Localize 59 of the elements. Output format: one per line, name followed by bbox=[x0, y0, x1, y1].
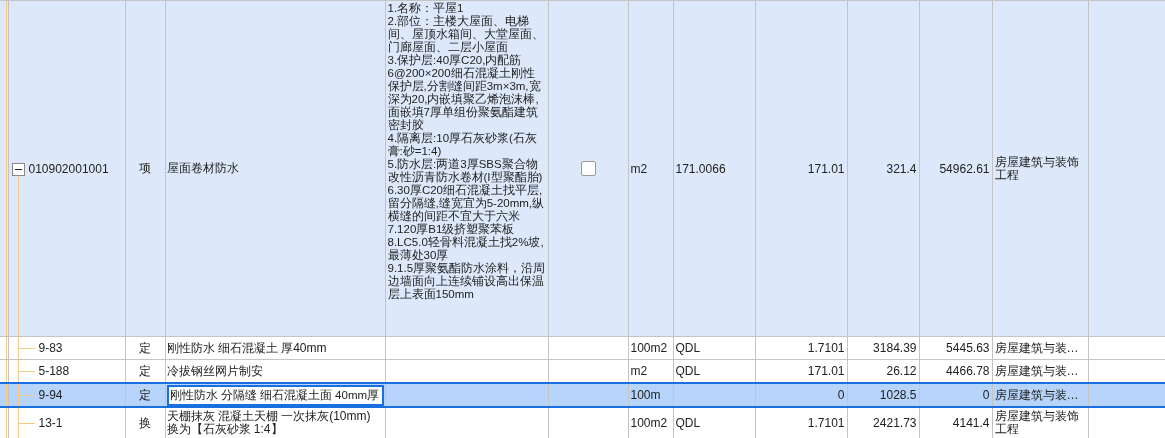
total-text: 0 bbox=[982, 388, 990, 402]
feature-text: 9.1.5厚聚氨酯防水涂料，沿周边墙面向上连续铺设高出保温层上表面150mm bbox=[387, 262, 546, 301]
unit-text: 100m2 bbox=[630, 416, 668, 430]
total-text: 4141.4 bbox=[952, 416, 990, 430]
feature-text: 1.名称：平屋1 bbox=[387, 2, 465, 15]
price-text: 321.4 bbox=[886, 161, 917, 176]
formula-text: QDL bbox=[675, 416, 701, 430]
specialty-text: 房屋建筑与装… bbox=[994, 387, 1079, 402]
total-text: 54962.61 bbox=[939, 161, 990, 176]
type-text: 定 bbox=[139, 387, 151, 402]
feature-text: 6.30厚C20细石混凝土找平层,留分隔缝,缝宽宜为5-20mm,纵横缝的间距不宜大于六米 bbox=[387, 184, 546, 223]
table-row[interactable]: 9-94 定 刚性防水 分隔缝 细石混凝土面 40mm厚 100m 0 1028.5 0 房屋建筑与装… bbox=[0, 383, 1165, 407]
feature-text: 7.120厚B1级挤塑聚苯板 bbox=[387, 223, 516, 236]
feature-text: 3.保护层:40厚C20,内配筋6@200×200细石混凝土刚性保护层,分割缝间距3m×3m,宽深为20,内嵌填聚乙烯泡沫棒,面嵌填7厚单组份聚氨酯建筑密封胶 bbox=[387, 54, 542, 132]
code-text: 010902001001 bbox=[28, 161, 109, 176]
table-row[interactable] bbox=[0, 0, 1165, 337]
price-text: 26.12 bbox=[886, 364, 917, 378]
quantity-text: 0 bbox=[837, 388, 845, 402]
quantity-text: 171.01 bbox=[807, 364, 845, 378]
type-text: 项 bbox=[139, 161, 151, 175]
name-text: 天棚抹灰 混凝土天棚 一次抹灰(10mm) 换为【石灰砂浆 1:4】 bbox=[166, 410, 372, 436]
specialty-text: 房屋建筑与装… bbox=[994, 363, 1079, 378]
formula-text: 171.0066 bbox=[675, 161, 726, 176]
table-row[interactable]: 5-188 定 冷拔钢丝网片制安 m2 QDL 171.01 26.12 4466.78 房屋建筑与装… bbox=[0, 359, 1165, 383]
type-text: 定 bbox=[139, 340, 151, 355]
quantity-text: 1.7101 bbox=[807, 416, 845, 430]
unit-text: m2 bbox=[630, 161, 648, 176]
name-input-field[interactable]: 刚性防水 分隔缝 细石混凝土面 40mm厚 bbox=[166, 385, 384, 405]
unit-text: 100m2 bbox=[630, 341, 668, 355]
checkbox[interactable] bbox=[580, 161, 596, 177]
specialty-text: 房屋建筑与装饰工程 bbox=[994, 409, 1079, 436]
price-text: 3184.39 bbox=[873, 341, 917, 355]
feature-text: 8.LC5.0轻骨料混凝土找2%坡,最薄处30厚 bbox=[387, 236, 545, 262]
formula-text: QDL bbox=[675, 341, 701, 355]
total-text: 5445.63 bbox=[946, 341, 990, 355]
total-text: 4466.78 bbox=[946, 364, 990, 378]
name-text: 冷拔钢丝网片制安 bbox=[166, 363, 263, 378]
quantity-text: 171.01 bbox=[807, 161, 845, 176]
type-text: 换 bbox=[139, 415, 151, 430]
type-text: 定 bbox=[139, 363, 151, 378]
quantity-text: 1.7101 bbox=[807, 341, 845, 355]
name-text: 屋面卷材防水 bbox=[166, 161, 239, 175]
code-text: 9-83 bbox=[38, 341, 63, 355]
formula-text: QDL bbox=[675, 364, 701, 378]
unit-text: m2 bbox=[630, 364, 648, 378]
price-text: 1028.5 bbox=[879, 388, 917, 402]
unit-text: 100m bbox=[630, 388, 661, 402]
name-text: 刚性防水 细石混凝土 厚40mm bbox=[166, 340, 327, 355]
feature-text: 5.防水层:两道3厚SBS聚合物改性沥青防水卷材(I型聚酯胎) bbox=[387, 158, 544, 184]
feature-text: 4.隔离层:10厚石灰砂浆(石灰膏:砂=1:4) bbox=[387, 132, 538, 158]
feature-text: 2.部位：主楼大屋面、电梯间、屋顶水箱间、大堂屋面、门廊屋面、二层小屋面 bbox=[387, 15, 545, 54]
code-text: 5-188 bbox=[38, 364, 70, 378]
table-row[interactable]: 9-83 定 刚性防水 细石混凝土 厚40mm 100m2 QDL 1.7101 3184.39 5445.63 房屋建筑与装… bbox=[0, 336, 1165, 360]
price-text: 2421.73 bbox=[873, 416, 917, 430]
collapse-toggle[interactable] bbox=[11, 162, 25, 176]
code-text: 13-1 bbox=[38, 416, 63, 430]
specialty-text: 房屋建筑与装… bbox=[994, 340, 1079, 355]
specialty-text: 房屋建筑与装饰工程 bbox=[994, 154, 1079, 182]
code-text: 9-94 bbox=[38, 388, 63, 402]
